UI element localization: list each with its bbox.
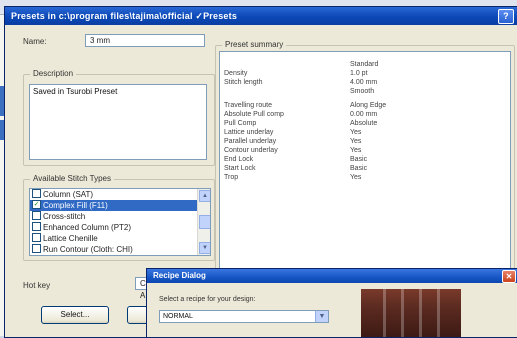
checkbox-icon[interactable] xyxy=(32,233,41,243)
dialog-title: Presets in c:\program files\tajima\offic… xyxy=(11,11,238,21)
stitch-types-list[interactable]: Column (SAT) ✓ Complex Fill (F11) Cross-s… xyxy=(29,188,211,256)
summary-value: Basic xyxy=(350,165,368,172)
summary-key: End Lock xyxy=(224,156,254,163)
summary-key: Contour underlay xyxy=(224,147,278,154)
summary-value: 0.00 mm xyxy=(350,111,378,118)
checkbox-icon[interactable] xyxy=(32,189,41,199)
list-item[interactable]: Lattice Chenille xyxy=(30,233,210,244)
scroll-up-icon[interactable]: ▲ xyxy=(199,190,210,202)
summary-key: Density xyxy=(224,70,248,77)
scroll-thumb[interactable] xyxy=(199,215,210,229)
list-item-label: Column (SAT) xyxy=(43,190,94,199)
list-item-label: Complex Fill (F11) xyxy=(43,201,108,210)
list-item-label: Enhanced Column (PT2) xyxy=(43,223,132,232)
checkbox-icon[interactable] xyxy=(32,211,41,221)
list-item[interactable]: Run Contour (Cloth: CHI) xyxy=(30,244,210,255)
summary-panel: Standard Density 1.0 pt Stitch length 4.00… xyxy=(219,51,511,293)
list-item[interactable]: ✓ Complex Fill (F11) xyxy=(30,200,210,211)
summary-value: Smooth xyxy=(350,88,375,95)
recipe-prompt: Select a recipe for your design: xyxy=(159,296,256,303)
dialog-titlebar: Presets in c:\program files\tajima\offic… xyxy=(5,7,517,25)
summary-value: Standard xyxy=(350,61,379,68)
name-field[interactable]: 3 mm xyxy=(85,34,205,47)
summary-key: Trop xyxy=(224,174,239,181)
description-label: Description xyxy=(30,69,77,78)
recipe-dialog: Recipe Dialog ✕ Select a recipe for your… xyxy=(146,268,517,338)
summary-key: Parallel underlay xyxy=(224,138,277,145)
preview-stripe xyxy=(419,289,422,337)
recipe-preview-image xyxy=(361,289,461,337)
summary-key: Absolute Pull comp xyxy=(224,111,284,118)
select-button[interactable]: Select... xyxy=(41,306,109,324)
summary-key: Stitch length xyxy=(224,79,263,86)
list-item[interactable]: Enhanced Column (PT2) xyxy=(30,222,210,233)
preview-stripe xyxy=(383,289,386,337)
list-item[interactable]: Column (SAT) xyxy=(30,189,210,200)
summary-key: Travelling route xyxy=(224,102,272,109)
summary-value: Yes xyxy=(350,129,362,136)
summary-value: Absolute xyxy=(350,120,378,127)
checkbox-checked-icon[interactable]: ✓ xyxy=(32,200,41,210)
list-scrollbar[interactable]: ▲ ▼ xyxy=(197,189,210,255)
summary-value: 1.0 pt xyxy=(350,70,368,77)
hotkey-label: Hot key xyxy=(23,281,51,290)
list-item-label: Lattice Chenille xyxy=(43,234,98,243)
summary-value: Yes xyxy=(350,174,362,181)
chevron-down-icon[interactable]: ▼ xyxy=(315,311,328,322)
scroll-down-icon[interactable]: ▼ xyxy=(199,242,210,254)
list-item-label: Run Contour (Cloth: CHI) xyxy=(43,245,133,254)
summary-label: Preset summary xyxy=(222,40,287,49)
summary-value: Along Edge xyxy=(350,102,387,109)
summary-value: Yes xyxy=(350,147,362,154)
recipe-titlebar: Recipe Dialog ✕ xyxy=(147,269,517,283)
summary-value: 4.00 mm xyxy=(350,79,378,86)
description-field[interactable]: Saved in Tsurobi Preset xyxy=(29,84,207,160)
summary-key: Lattice underlay xyxy=(224,129,274,136)
preview-stripe xyxy=(401,289,404,337)
checkbox-icon[interactable] xyxy=(32,222,41,232)
name-label: Name: xyxy=(23,37,47,46)
help-icon[interactable]: ? xyxy=(498,9,514,24)
summary-value: Basic xyxy=(350,156,368,163)
recipe-title: Recipe Dialog xyxy=(153,271,206,280)
recipe-selected-value: NORMAL xyxy=(163,313,193,320)
stitch-types-label: Available Stitch Types xyxy=(30,174,114,183)
preview-stripe xyxy=(437,289,440,337)
list-item[interactable]: Cross-stitch xyxy=(30,211,210,222)
close-icon[interactable]: ✕ xyxy=(502,270,516,283)
recipe-select[interactable]: NORMAL ▼ xyxy=(159,310,329,323)
summary-value: Yes xyxy=(350,138,362,145)
summary-key: Pull Comp xyxy=(224,120,257,127)
checkbox-icon[interactable] xyxy=(32,244,41,254)
summary-key: Start Lock xyxy=(224,165,256,172)
list-item-label: Cross-stitch xyxy=(43,212,86,221)
